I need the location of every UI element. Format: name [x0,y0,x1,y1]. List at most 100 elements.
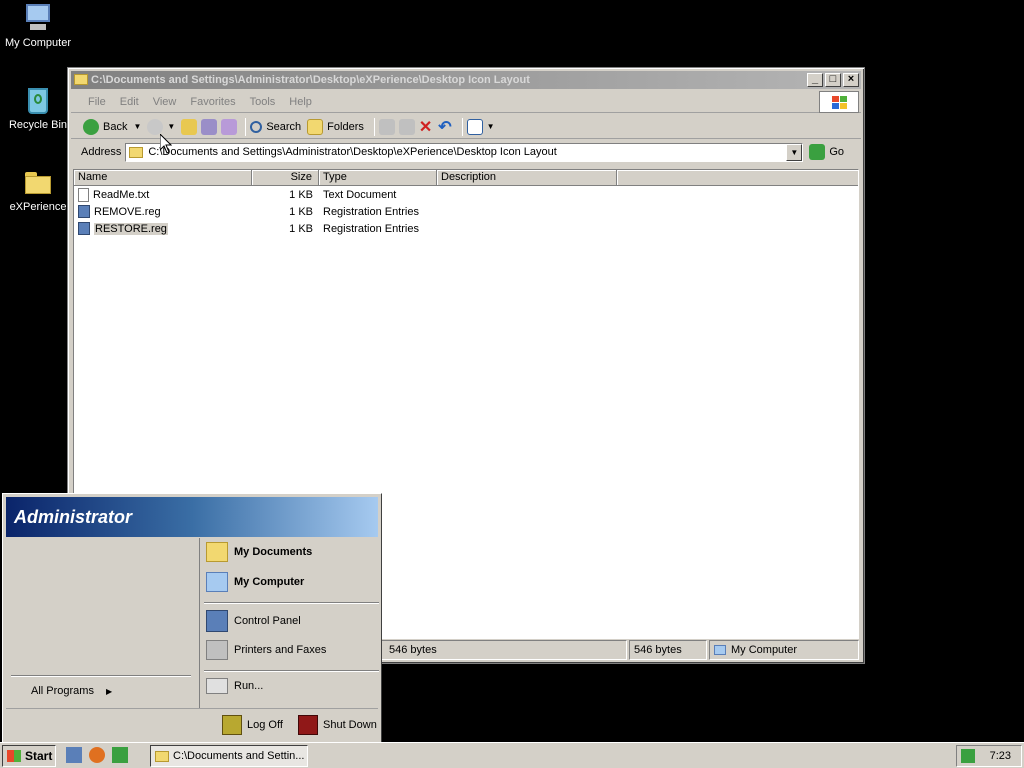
file-type: Registration Entries [323,205,419,218]
folder-icon [74,74,88,85]
menu-my-documents[interactable]: My Documents [206,542,312,562]
file-name-cell: ReadMe.txt [74,187,252,202]
menu-control-panel[interactable]: Control Panel [206,610,301,632]
start-menu-user: Administrator [6,497,378,537]
back-button[interactable]: Back ▼ [83,118,142,135]
title-bar[interactable]: C:\Documents and Settings\Administrator\… [71,71,861,89]
column-description[interactable]: Description [437,170,617,186]
taskbar: Start C:\Documents and Settin... 7:23 [0,742,1024,768]
network-icon[interactable] [961,749,975,763]
file-size: 1 KB [289,222,313,235]
menu-label: My Computer [234,576,305,588]
back-arrow-icon [83,118,99,135]
column-name[interactable]: Name [74,170,252,186]
start-button[interactable]: Start [2,745,56,767]
search-button[interactable]: Search [250,120,302,133]
log-off-button[interactable]: Log Off [222,715,283,735]
all-programs-label: All Programs [31,685,94,697]
column-size[interactable]: Size [252,170,319,186]
address-value: C:\Documents and Settings\Administrator\… [148,146,557,158]
maximize-button[interactable]: □ [825,73,841,87]
address-field[interactable]: C:\Documents and Settings\Administrator\… [125,142,804,162]
menu-help[interactable]: Help [282,96,319,108]
start-label: Start [25,749,53,763]
shut-down-button[interactable]: Shut Down [298,715,377,735]
folders-label: Folders [327,120,364,133]
menu-divider [204,670,379,672]
menu-label: Printers and Faxes [234,644,327,656]
views-button[interactable]: ▼ [466,118,495,135]
printer-icon [206,640,228,660]
folders-icon [307,118,324,135]
file-name: ReadMe.txt [93,188,150,201]
file-row[interactable]: REMOVE.reg 1 KB Registration Entries [74,203,858,220]
system-tray: 7:23 [956,745,1022,767]
launch-icon[interactable] [112,747,128,763]
menu-run[interactable]: Run... [206,678,263,694]
desktop-icon-label: eXPerience [9,201,67,213]
go-label: Go [829,146,845,158]
toolbar: Back ▼ ▼ Search Folders ✕ ↶ ▼ [71,115,861,139]
forward-arrow-icon [147,118,164,135]
menu-label: My Documents [234,546,313,558]
file-type: Text Document [323,188,397,201]
column-type[interactable]: Type [319,170,437,186]
status-size: 546 bytes [629,640,707,660]
desktop-icon-label: Recycle Bin [8,119,68,131]
move-to-icon[interactable] [378,118,395,135]
menu-my-computer[interactable]: My Computer [206,572,304,592]
address-bar: Address C:\Documents and Settings\Admini… [71,140,861,164]
disconnect-drive-icon[interactable] [221,118,238,135]
chevron-down-icon: ▼ [167,122,176,131]
all-programs-button[interactable]: All Programs ▶ [31,685,112,697]
taskbar-window-button[interactable]: C:\Documents and Settin... [150,745,308,767]
separator [461,117,463,136]
desktop-icon-experience[interactable]: eXPerience [0,166,76,213]
menu-divider [204,602,379,604]
chevron-down-icon: ▼ [133,122,142,131]
windows-logo-icon [7,750,21,762]
menu-view[interactable]: View [146,96,184,108]
start-menu: Administrator My Documents My Computer C… [2,493,382,743]
status-zone: My Computer [709,640,859,660]
log-off-label: Log Off [247,719,283,731]
registry-file-icon [78,222,90,235]
address-dropdown-button[interactable]: ▼ [786,143,803,161]
show-desktop-icon[interactable] [66,747,82,763]
desktop-icon-recycle-bin[interactable]: Recycle Bin [0,84,76,131]
clock: 7:23 [989,750,1011,762]
up-folder-icon[interactable] [181,118,198,135]
file-size: 1 KB [289,205,313,218]
undo-icon[interactable]: ↶ [438,117,451,137]
close-button[interactable]: × [843,73,859,87]
column-header-row: Name Size Type Description [74,170,858,186]
search-label: Search [266,120,302,133]
file-type: Registration Entries [323,222,419,235]
folders-button[interactable]: Folders [307,118,364,135]
map-drive-icon[interactable] [201,118,218,135]
delete-icon[interactable]: ✕ [419,117,432,137]
file-row[interactable]: RESTORE.reg 1 KB Registration Entries [74,220,858,237]
search-icon [250,120,263,133]
window-title: C:\Documents and Settings\Administrator\… [91,74,530,86]
forward-button[interactable]: ▼ [147,118,176,135]
mouse-cursor-icon [160,134,172,154]
menu-tools[interactable]: Tools [243,96,283,108]
taskbar-window-label: C:\Documents and Settin... [173,750,305,762]
views-icon [466,118,483,135]
file-name-cell: RESTORE.reg [74,222,252,235]
menu-file[interactable]: File [81,96,113,108]
go-arrow-icon [809,144,826,160]
menu-favorites[interactable]: Favorites [183,96,242,108]
menu-label: Run... [234,680,264,692]
file-name: REMOVE.reg [94,205,161,218]
menu-printers-faxes[interactable]: Printers and Faxes [206,640,326,660]
file-row[interactable]: ReadMe.txt 1 KB Text Document [74,186,858,203]
copy-to-icon[interactable] [398,118,415,135]
desktop-icon-my-computer[interactable]: My Computer [0,2,76,49]
browser-icon[interactable] [89,747,105,763]
menu-label: Control Panel [234,615,301,627]
menu-edit[interactable]: Edit [113,96,146,108]
minimize-button[interactable]: _ [807,73,823,87]
go-button[interactable]: Go [807,144,844,160]
